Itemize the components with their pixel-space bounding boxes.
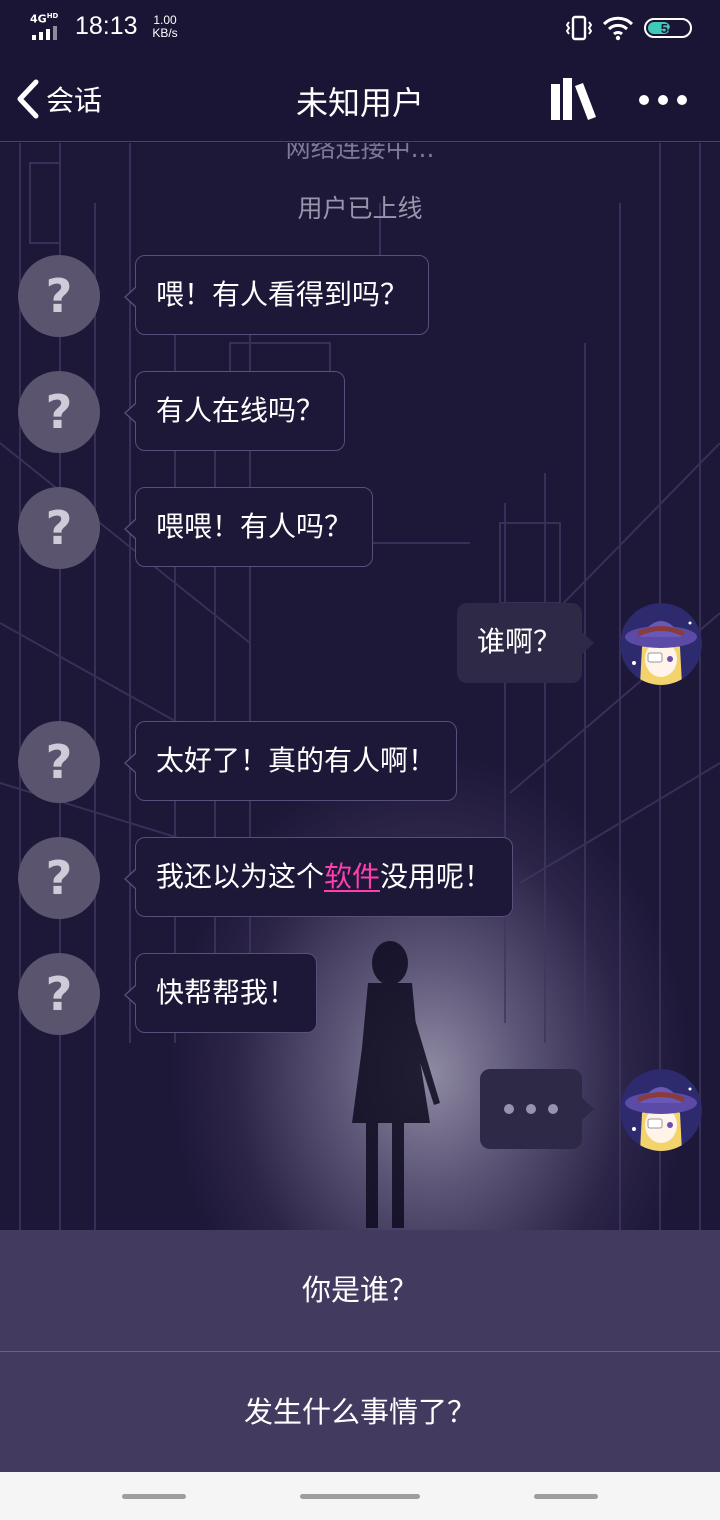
back-gesture-handle[interactable] bbox=[534, 1494, 598, 1499]
question-mark-icon: ? bbox=[45, 735, 73, 789]
player-avatar[interactable] bbox=[620, 603, 702, 685]
unknown-user-avatar[interactable]: ? bbox=[18, 721, 100, 803]
library-button[interactable] bbox=[548, 76, 600, 124]
typing-indicator bbox=[480, 1069, 594, 1149]
battery-icon: 54 bbox=[644, 18, 692, 38]
back-button[interactable]: 会话 bbox=[12, 74, 102, 124]
message-bubble-incoming[interactable]: 喂！有人看得到吗？ bbox=[123, 255, 430, 335]
message-bubble-incoming[interactable]: 太好了！真的有人啊！ bbox=[123, 721, 458, 801]
unknown-user-avatar[interactable]: ? bbox=[18, 487, 100, 569]
question-mark-icon: ? bbox=[45, 501, 73, 555]
network-speed: 1.00 KB/s bbox=[152, 13, 178, 40]
page-title: 未知用户 bbox=[295, 84, 424, 122]
clock: 18:13 bbox=[75, 12, 138, 40]
wifi-icon bbox=[602, 16, 634, 41]
network-type: 4GHD bbox=[30, 12, 59, 26]
message-bubble-incoming[interactable]: 快帮帮我！ bbox=[123, 953, 318, 1033]
status-bar: 4GHD 18:13 1.00 KB/s 54 bbox=[0, 0, 720, 56]
question-mark-icon: ? bbox=[45, 851, 73, 905]
chat-header: 会话 未知用户 bbox=[0, 56, 720, 142]
unknown-user-avatar[interactable]: ? bbox=[18, 953, 100, 1035]
reply-option-what-happened[interactable]: 发生什么事情了？ bbox=[0, 1351, 720, 1472]
chat-area[interactable]: 网络连接中... 用户已上线 ? 喂！有人看得到吗？ ? 有人在线吗？ ? 喂喂… bbox=[0, 143, 720, 1230]
back-label: 会话 bbox=[46, 84, 103, 117]
unknown-user-avatar[interactable]: ? bbox=[18, 371, 100, 453]
system-message-online: 用户已上线 bbox=[297, 194, 423, 223]
message-bubble-outgoing[interactable]: 谁啊？ bbox=[457, 603, 594, 683]
question-mark-icon: ? bbox=[45, 269, 73, 323]
reply-option-who-are-you[interactable]: 你是谁？ bbox=[0, 1230, 720, 1351]
message-bubble-incoming[interactable]: 喂喂！有人吗？ bbox=[123, 487, 374, 567]
recents-gesture-handle[interactable] bbox=[122, 1494, 186, 1499]
unknown-user-avatar[interactable]: ? bbox=[18, 837, 100, 919]
message-bubble-incoming[interactable]: 我还以为这个软件没用呢！ bbox=[123, 837, 514, 917]
reply-choices: 你是谁？ 发生什么事情了？ bbox=[0, 1230, 720, 1472]
player-avatar[interactable] bbox=[620, 1069, 702, 1151]
question-mark-icon: ? bbox=[45, 967, 73, 1021]
vibrate-icon bbox=[566, 15, 592, 41]
system-message-connecting: 网络连接中... bbox=[285, 143, 435, 163]
highlighted-keyword-link[interactable]: 软件 bbox=[324, 860, 380, 893]
books-icon bbox=[551, 78, 596, 120]
question-mark-icon: ? bbox=[45, 385, 73, 439]
signal-icon: 4GHD bbox=[30, 12, 66, 42]
unknown-user-avatar[interactable]: ? bbox=[18, 255, 100, 337]
more-dots-icon bbox=[639, 95, 687, 105]
home-gesture-handle[interactable] bbox=[300, 1494, 420, 1499]
chevron-left-icon bbox=[17, 79, 39, 119]
more-button[interactable] bbox=[634, 80, 694, 120]
message-bubble-incoming[interactable]: 有人在线吗？ bbox=[123, 371, 346, 451]
system-navigation-bar bbox=[0, 1472, 720, 1520]
